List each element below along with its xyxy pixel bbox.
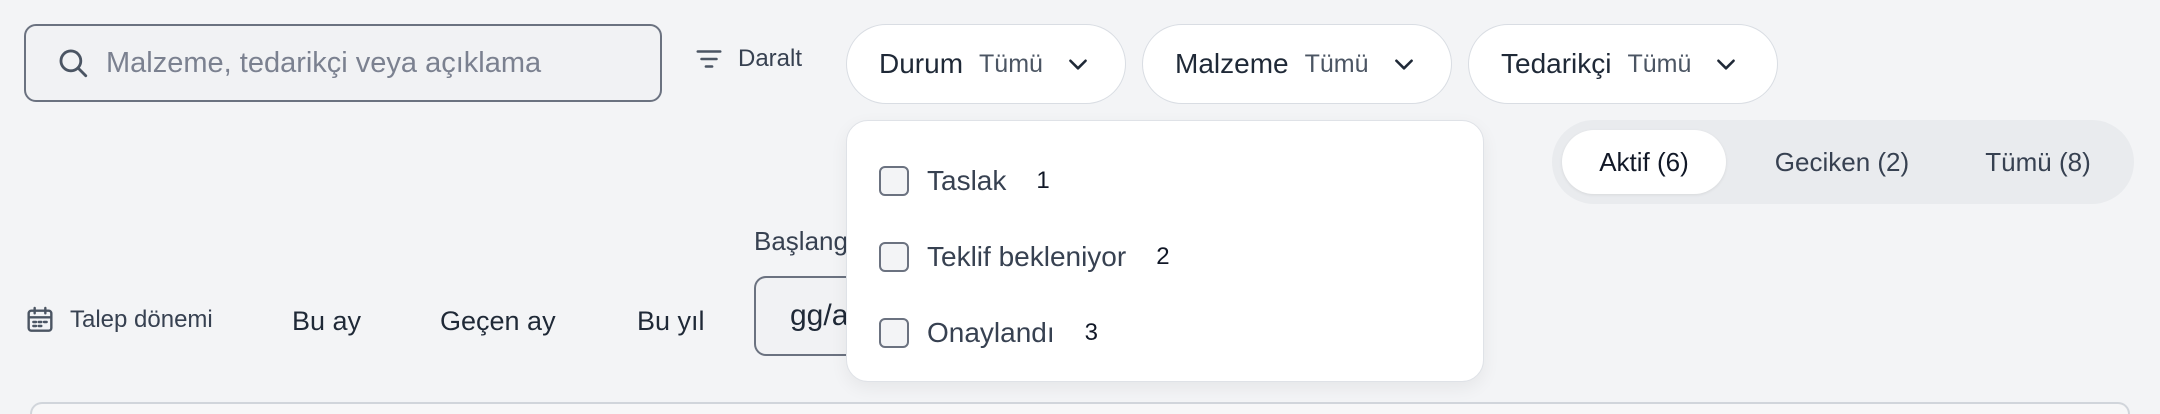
tab-all[interactable]: Tümü (8): [1952, 130, 2124, 194]
status-option-approved[interactable]: Onaylandı 3: [879, 311, 1098, 355]
status-dropdown-menu: Taslak 1 Teklif bekleniyor 2 Onaylandı 3: [846, 120, 1484, 382]
results-panel-edge: [30, 402, 2130, 414]
chevron-down-icon: [1069, 59, 1087, 70]
search-input[interactable]: [104, 45, 648, 81]
status-filter-label: Durum: [879, 48, 964, 79]
material-filter-button[interactable]: Malzeme Tümü: [1142, 24, 1452, 104]
option-label: Taslak: [927, 165, 1007, 196]
option-count: 1: [1036, 167, 1050, 194]
status-option-awaiting-quote[interactable]: Teklif bekleniyor 2: [879, 235, 1170, 279]
awaiting-quote-checkbox[interactable]: [879, 242, 909, 272]
status-tabs: Aktif (6) Geciken (2) Tümü (8): [1552, 120, 2134, 204]
status-filter-value: Tümü: [979, 49, 1043, 78]
draft-checkbox[interactable]: [879, 166, 909, 196]
supplier-filter-value: Tümü: [1627, 49, 1692, 78]
chevron-down-icon: [1394, 59, 1413, 70]
supplier-filter-label: Tedarikçi: [1501, 48, 1612, 79]
filter-lines-icon: [696, 50, 722, 68]
tab-active[interactable]: Aktif (6): [1562, 130, 1726, 194]
supplier-filter-button[interactable]: Tedarikçi Tümü: [1468, 24, 1778, 104]
tab-overdue[interactable]: Geciken (2): [1742, 130, 1942, 194]
status-option-draft[interactable]: Taslak 1: [879, 159, 1050, 203]
calendar-icon: [27, 306, 53, 332]
material-filter-value: Tümü: [1304, 49, 1369, 78]
option-label: Onaylandı: [927, 317, 1055, 348]
search-icon: [59, 49, 88, 78]
preset-this-month-button[interactable]: Bu ay: [292, 306, 361, 337]
preset-last-month-button[interactable]: Geçen ay: [440, 306, 556, 337]
start-date-label: Başlangıç: [754, 226, 850, 256]
approved-checkbox[interactable]: [879, 318, 909, 348]
request-period: Talep dönemi: [24, 304, 213, 336]
material-filter-label: Malzeme: [1175, 48, 1289, 79]
chevron-down-icon: [1717, 59, 1736, 70]
status-filter-button[interactable]: Durum Tümü: [846, 24, 1126, 104]
preset-this-year-button[interactable]: Bu yıl: [637, 306, 705, 337]
option-label: Teklif bekleniyor: [927, 241, 1127, 272]
collapse-label: Daralt: [738, 45, 803, 72]
search-box[interactable]: [24, 24, 662, 102]
period-label: Talep dönemi: [70, 306, 213, 333]
collapse-filters-button[interactable]: Daralt: [694, 44, 802, 74]
option-count: 2: [1156, 243, 1170, 270]
option-count: 3: [1084, 319, 1098, 346]
